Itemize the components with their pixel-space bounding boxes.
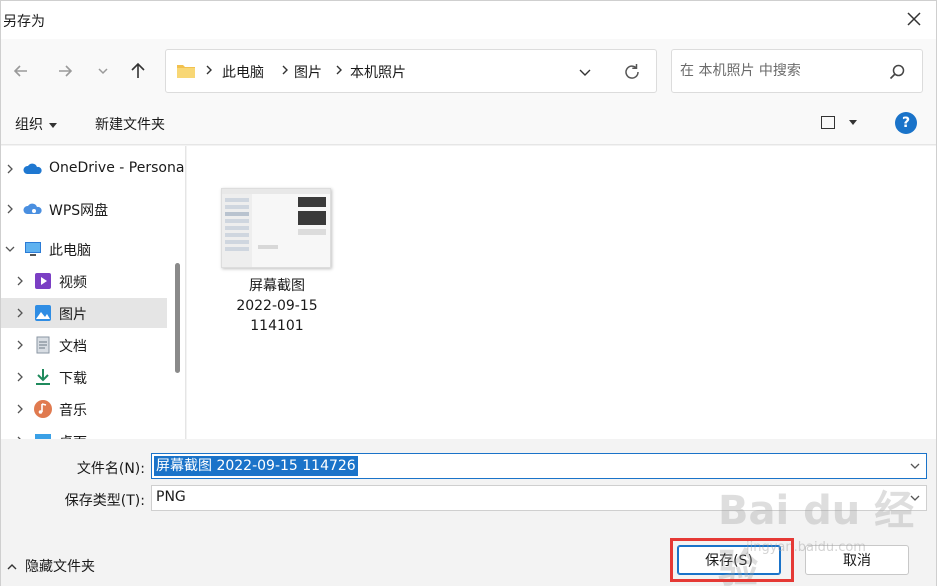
breadcrumb-chevron-icon (282, 65, 288, 75)
sidebar-item-videos[interactable]: 视频 (1, 266, 171, 296)
file-type-label: 保存类型(T): (64, 493, 145, 509)
sidebar-item-label: 图片 (59, 307, 87, 323)
sidebar-item-label: WPS网盘 (49, 203, 109, 219)
file-type-select[interactable]: PNG (151, 485, 927, 511)
breadcrumb-local-photos[interactable]: 本机照片 (350, 62, 406, 82)
chevron-right-icon[interactable] (15, 339, 25, 351)
view-icon (821, 116, 835, 129)
recent-locations-button[interactable] (91, 59, 115, 83)
music-icon (34, 400, 52, 418)
search-input[interactable] (680, 60, 880, 82)
save-button[interactable]: 保存(S) (677, 545, 781, 575)
dialog-title: 另存为 (3, 14, 45, 30)
caret-down-icon (849, 120, 857, 125)
save-as-dialog: 另存为 此电脑 图片 本机照片 在 本机照片 中搜索 组织 新建文件夹 ? On… (0, 0, 937, 586)
file-name-line: 2022-09-15 (236, 298, 318, 314)
sidebar-item-downloads[interactable]: 下载 (1, 362, 171, 392)
search-icon[interactable] (888, 63, 906, 81)
forward-button[interactable] (53, 59, 77, 83)
command-bar: 组织 新建文件夹 ? (1, 101, 936, 145)
up-button[interactable] (126, 59, 150, 83)
sidebar-item-label: 视频 (59, 275, 87, 291)
new-folder-button[interactable]: 新建文件夹 (95, 114, 165, 134)
cancel-button[interactable]: 取消 (805, 545, 909, 575)
breadcrumb-this-pc[interactable]: 此电脑 (222, 62, 264, 82)
file-type-value: PNG (156, 489, 186, 505)
chevron-down-icon[interactable] (910, 494, 920, 502)
arrow-left-icon (13, 65, 27, 77)
address-bar[interactable]: 此电脑 图片 本机照片 (165, 49, 657, 93)
close-button[interactable] (902, 7, 926, 31)
navigation-pane: OneDrive - Personal WPS网盘 此电脑 视频 图片 文档 下… (1, 146, 186, 439)
chevron-right-icon[interactable] (15, 371, 25, 383)
filename-value[interactable]: 屏幕截图 2022-09-15 114726 (154, 456, 358, 476)
file-name-line: 屏幕截图 (249, 278, 305, 294)
sidebar-item-this-pc[interactable]: 此电脑 (1, 234, 171, 264)
sidebar-item-label: 音乐 (59, 403, 87, 419)
sidebar-item-documents[interactable]: 文档 (1, 330, 171, 360)
address-history-chevron-icon[interactable] (576, 63, 594, 81)
sidebar-item-label: 此电脑 (49, 243, 91, 259)
sidebar-item-desktop[interactable]: 桌面 (1, 426, 171, 439)
view-options-button[interactable] (819, 114, 863, 134)
close-icon (907, 12, 921, 26)
breadcrumb-chevron-icon (336, 65, 342, 75)
onedrive-cloud-icon (23, 163, 42, 174)
sidebar-item-label: 下载 (59, 371, 87, 387)
screenshot-thumbnail-image (222, 189, 330, 267)
chevron-up-icon (7, 564, 17, 570)
address-row: 此电脑 图片 本机照片 (1, 39, 936, 101)
sidebar-item-label: 桌面 (59, 432, 87, 439)
chevron-right-icon[interactable] (5, 163, 15, 175)
download-icon (36, 369, 50, 385)
desktop-icon (35, 434, 51, 439)
wps-cloud-icon (23, 203, 42, 214)
help-button[interactable]: ? (895, 112, 917, 134)
chevron-down-icon (98, 68, 108, 75)
folder-icon (177, 65, 195, 78)
file-list: 屏幕截图 2022-09-15 114101 (187, 146, 936, 439)
hide-folders-toggle[interactable]: 隐藏文件夹 (7, 556, 95, 576)
navigation-scrollbar[interactable] (175, 263, 180, 373)
arrow-up-icon (131, 62, 145, 78)
file-item[interactable]: 屏幕截图 2022-09-15 114101 (217, 188, 337, 336)
sidebar-item-music[interactable]: 音乐 (1, 394, 171, 424)
search-box[interactable] (671, 49, 923, 93)
sidebar-item-wps-drive[interactable]: WPS网盘 (1, 194, 171, 224)
chevron-right-icon[interactable] (15, 435, 25, 439)
breadcrumb-chevron-icon (206, 65, 212, 75)
save-form: 文件名(N): 屏幕截图 2022-09-15 114726 保存类型(T): … (1, 440, 936, 586)
hide-folders-label: 隐藏文件夹 (25, 559, 95, 575)
filename-label: 文件名(N): (76, 461, 145, 477)
file-name-line: 114101 (250, 318, 304, 334)
file-name: 屏幕截图 2022-09-15 114101 (217, 276, 337, 336)
organize-menu[interactable]: 组织 (15, 114, 57, 134)
back-button[interactable] (9, 59, 33, 83)
title-bar: 另存为 (1, 1, 936, 39)
computer-icon (25, 242, 41, 256)
document-icon (36, 336, 50, 354)
sidebar-item-pictures[interactable]: 图片 (1, 298, 167, 328)
filename-field[interactable]: 屏幕截图 2022-09-15 114726 (151, 453, 927, 479)
organize-label: 组织 (15, 117, 43, 133)
chevron-right-icon[interactable] (15, 275, 25, 287)
chevron-right-icon[interactable] (15, 403, 25, 415)
chevron-down-icon[interactable] (5, 243, 15, 255)
video-icon (35, 273, 51, 289)
chevron-right-icon[interactable] (5, 203, 15, 215)
caret-down-icon (49, 122, 57, 128)
chevron-down-icon[interactable] (910, 462, 920, 470)
pictures-icon (35, 305, 51, 321)
sidebar-item-label: OneDrive - Personal (49, 160, 186, 176)
chevron-right-icon[interactable] (15, 307, 25, 319)
sidebar-item-onedrive[interactable]: OneDrive - Personal (1, 154, 185, 184)
arrow-right-icon (59, 65, 73, 77)
file-thumbnail (221, 188, 331, 268)
refresh-icon[interactable] (621, 61, 643, 83)
sidebar-item-label: 文档 (59, 339, 87, 355)
breadcrumb-pictures[interactable]: 图片 (294, 62, 322, 82)
